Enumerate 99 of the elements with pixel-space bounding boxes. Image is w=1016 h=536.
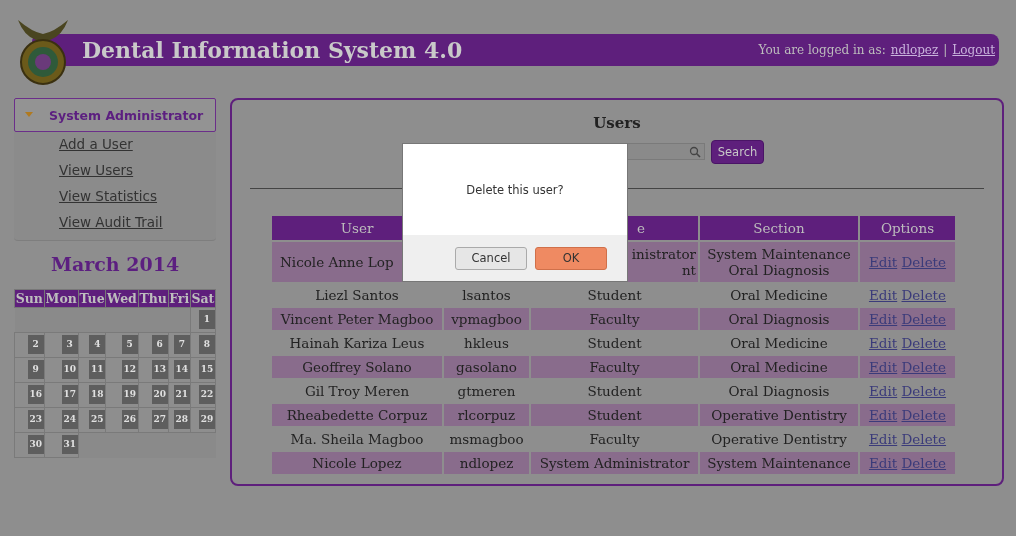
table-cell-text: hkleus [463,334,510,353]
table-cell: System Maintenance Oral Diagnosis [700,242,858,282]
calendar-day[interactable]: 3 [61,335,78,354]
table-cell: System Maintenance [700,452,858,474]
calendar-day[interactable]: 15 [199,360,215,379]
username-link[interactable]: ndlopez [890,43,939,57]
table-cell: Oral Diagnosis [700,308,858,330]
table-cell: Geoffrey Solano [272,356,442,378]
calendar-day[interactable]: 26 [121,410,138,429]
table-cell: Operative Dentistry [700,404,858,426]
calendar-day[interactable]: 25 [89,410,106,429]
calendar-day[interactable]: 30 [27,435,44,454]
calendar-day[interactable]: 18 [89,385,106,404]
weekday-label: Thu [138,289,169,308]
calendar-day[interactable]: 1 [199,310,215,329]
table-cell-text: Operative Dentistry [710,430,848,449]
table-cell-text: Faculty [588,430,641,449]
calendar-day[interactable]: 5 [121,335,138,354]
table-cell-text: Gil Troy Meren [303,382,411,401]
calendar-day[interactable]: 14 [173,360,190,379]
calendar-day[interactable]: 19 [121,385,138,404]
table-cell-text: Oral Medicine [729,334,829,353]
calendar-day[interactable]: 11 [89,360,106,379]
delete-link[interactable]: Delete [901,383,947,399]
table-cell-text: Student [586,334,643,353]
calendar-day[interactable]: 10 [61,360,78,379]
menu-link[interactable]: View Audit Trail [14,210,216,236]
weekday-label: Sat [190,289,216,308]
app-title: Dental Information System 4.0 [82,37,463,63]
calendar-day[interactable]: 13 [151,360,168,379]
calendar-day[interactable]: 29 [199,410,215,429]
calendar-day[interactable]: 28 [173,410,190,429]
edit-link[interactable]: Edit [868,287,898,303]
table-cell-text: Student [586,286,643,305]
calendar-day[interactable]: 2 [27,335,44,354]
weekday-label: Sun [14,289,45,308]
calendar-day[interactable]: 20 [151,385,168,404]
logout-link[interactable]: Logout [952,43,995,57]
weekday-label: Mon [44,289,79,308]
table-cell-text: Student [586,382,643,401]
table-cell-text: Hainah Kariza Leus [288,334,426,353]
column-header: Options [860,216,955,240]
calendar-day[interactable]: 17 [61,385,78,404]
table-cell: ndlopez [444,452,529,474]
table-cell: Student [531,404,698,426]
login-label: You are logged in as: [758,43,886,57]
table-cell-text: Ma. Sheila Magboo [289,430,425,449]
weekday-label: Tue [78,289,106,308]
table-cell: System Administrator [531,452,698,474]
search-icon [688,145,701,158]
table-cell-text: msmagboo [448,430,525,449]
table-cell: gasolano [444,356,529,378]
calendar-day[interactable]: 9 [27,360,44,379]
table-cell: Rheabedette Corpuz [272,404,442,426]
column-header: Section [700,216,858,240]
delete-link[interactable]: Delete [901,287,947,303]
calendar-day[interactable]: 27 [151,410,168,429]
edit-link[interactable]: Edit [868,383,898,399]
calendar-day[interactable]: 4 [89,335,106,354]
search-button[interactable]: Search [710,140,765,164]
calendar-title: March 2014 [49,253,181,275]
table-cell-text: lsantos [461,286,512,305]
calendar-day[interactable]: 16 [27,385,44,404]
edit-link[interactable]: Edit [868,431,898,447]
table-cell: Oral Medicine [700,356,858,378]
caret-icon [25,112,33,118]
table-cell: Faculty [531,356,698,378]
menu-link[interactable]: Add a User [14,132,216,158]
calendar-day[interactable]: 12 [121,360,138,379]
calendar-day[interactable]: 23 [27,410,44,429]
menu-link[interactable]: View Statistics [14,184,216,210]
panel-title: Users [592,114,642,132]
table-cell: vpmagboo [444,308,529,330]
weekday-label: Fri [168,289,191,308]
separator: | [943,43,948,57]
menu-link[interactable]: View Users [14,158,216,184]
table-cell: Faculty [531,308,698,330]
calendar-day[interactable]: 7 [173,335,190,354]
edit-link[interactable]: Edit [868,335,898,351]
delete-link[interactable]: Delete [901,335,947,351]
calendar-day[interactable]: 31 [61,435,78,454]
delete-link[interactable]: Delete [901,431,947,447]
calendar-day[interactable]: 22 [199,385,215,404]
dialog-message: Delete this user? [466,182,564,197]
table-cell-text: Liezl Santos [314,286,400,305]
calendar-day[interactable]: 24 [61,410,78,429]
calendar-day[interactable]: 21 [173,385,190,404]
weekday-label: Wed [105,289,139,308]
cancel-button[interactable]: Cancel [455,246,527,270]
calendar-day[interactable]: 6 [151,335,168,354]
table-cell-text: Oral Medicine [729,286,829,305]
table-cell-text: Oral Diagnosis [727,382,831,401]
section-header[interactable]: System Administrator [14,98,216,132]
table-cell: Nicole Lopez [272,452,442,474]
ok-button[interactable]: OK [535,246,607,270]
table-cell-text: gtmeren [456,382,517,401]
calendar-day[interactable]: 8 [199,335,215,354]
table-cell: rlcorpuz [444,404,529,426]
table-cell: Vincent Peter Magboo [272,308,442,330]
